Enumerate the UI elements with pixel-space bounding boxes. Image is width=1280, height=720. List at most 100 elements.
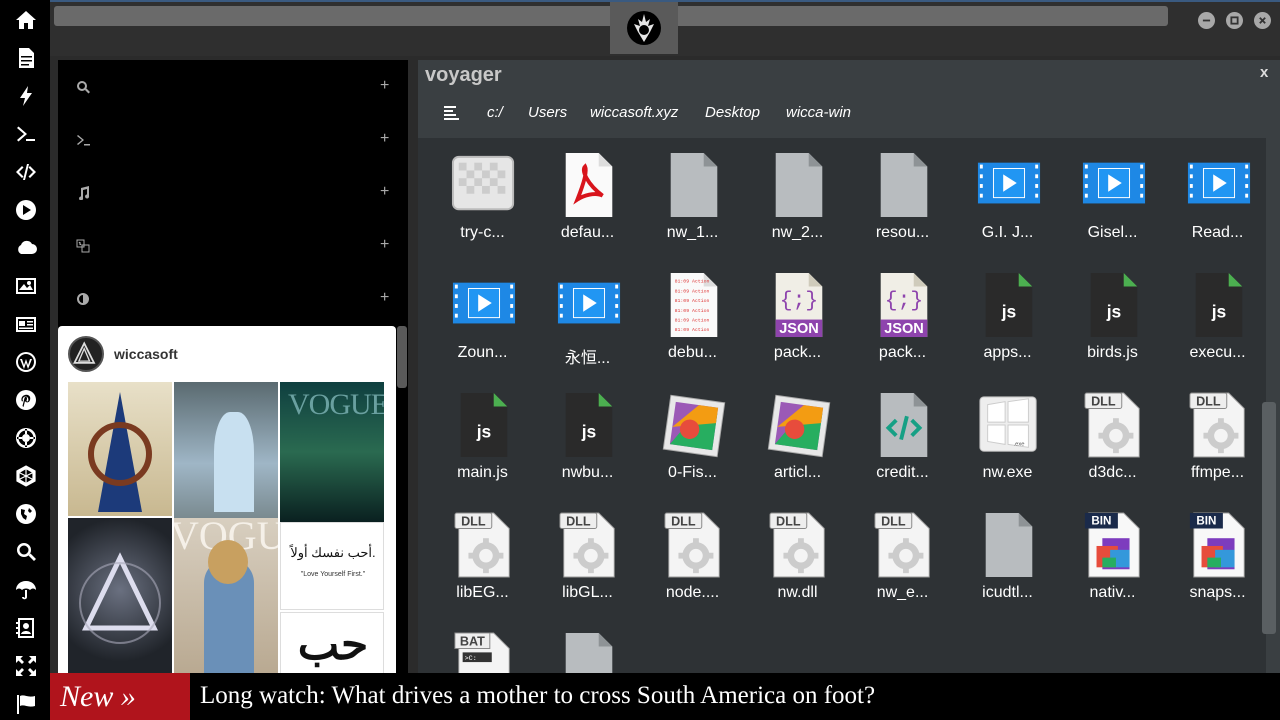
file-item[interactable]: DLL d3dc... bbox=[1060, 378, 1165, 488]
blank-file-icon bbox=[670, 152, 718, 218]
play-icon[interactable] bbox=[10, 194, 42, 226]
voyager-close-button[interactable]: x bbox=[1260, 64, 1268, 81]
file-item[interactable]: {;} JSON pack... bbox=[850, 258, 955, 368]
file-item[interactable]: {;} JSON pack... bbox=[745, 258, 850, 368]
file-name: nwbu... bbox=[561, 464, 614, 481]
file-item[interactable]: DLL libEG... bbox=[430, 498, 535, 608]
news-icon[interactable] bbox=[10, 308, 42, 340]
feed-photo[interactable]: VOGUE bbox=[280, 382, 384, 522]
file-name: Zoun... bbox=[457, 344, 508, 361]
home-icon[interactable] bbox=[10, 4, 42, 36]
globe-wire-icon[interactable] bbox=[10, 460, 42, 492]
feed-photo[interactable] bbox=[174, 382, 278, 518]
file-item[interactable]: BIN snaps... bbox=[1165, 498, 1266, 608]
file-item[interactable]: articl... bbox=[745, 378, 850, 488]
feed-photo[interactable] bbox=[68, 382, 172, 516]
bin-file-icon: BIN bbox=[1084, 512, 1140, 578]
panel-section-row[interactable]: + bbox=[58, 272, 408, 325]
file-item[interactable]: BIN nativ... bbox=[1060, 498, 1165, 608]
feed-photo[interactable]: حب bbox=[280, 612, 384, 674]
file-item[interactable]: nw_1... bbox=[640, 138, 745, 248]
breadcrumb-item[interactable]: c:/ bbox=[487, 104, 503, 121]
file-item[interactable]: 81:09 Action 81:09 Action 81:09 Action 81:0… bbox=[640, 258, 745, 368]
avatar[interactable] bbox=[68, 336, 104, 372]
file-item[interactable]: .exe nw.exe bbox=[955, 378, 1060, 488]
expand-plus-button[interactable]: + bbox=[380, 76, 389, 96]
file-name: Read... bbox=[1191, 224, 1244, 241]
file-item[interactable]: icudtl... bbox=[955, 498, 1060, 608]
panel-section-row[interactable]: + bbox=[58, 113, 408, 166]
ticker-headline[interactable]: Long watch: What drives a mother to cros… bbox=[200, 673, 875, 720]
file-item[interactable]: js nwbu... bbox=[535, 378, 640, 488]
left-panel-scrollbar[interactable] bbox=[397, 326, 407, 388]
file-item[interactable]: DLL node.... bbox=[640, 498, 745, 608]
file-item[interactable]: G.I. J... bbox=[955, 138, 1060, 248]
close-window-button[interactable] bbox=[1254, 12, 1271, 29]
panel-section-row[interactable]: + bbox=[58, 219, 408, 272]
file-item[interactable]: js execu... bbox=[1165, 258, 1266, 368]
feed-photo[interactable]: أحب نفسك أولاً. "Love Yourself First." bbox=[280, 522, 384, 610]
file-item[interactable]: DLL nw.dll bbox=[745, 498, 850, 608]
svg-text:{;}: {;} bbox=[885, 289, 923, 313]
bin-file-icon: BIN bbox=[1189, 512, 1245, 578]
picture-file-icon bbox=[662, 394, 726, 458]
file-item[interactable]: js main.js bbox=[430, 378, 535, 488]
search-icon[interactable] bbox=[10, 536, 42, 568]
expand-plus-button[interactable]: + bbox=[380, 182, 389, 202]
voyager-scrollbar[interactable] bbox=[1262, 402, 1276, 634]
file-item[interactable]: nw_2... bbox=[745, 138, 850, 248]
js-file-icon: js bbox=[565, 392, 613, 458]
minimize-button[interactable] bbox=[1198, 12, 1215, 29]
file-item[interactable]: js apps... bbox=[955, 258, 1060, 368]
feed-photo[interactable]: VOGUE bbox=[174, 518, 278, 674]
file-item[interactable]: try-c... bbox=[430, 138, 535, 248]
file-item[interactable]: BAT >C: bbox=[430, 618, 535, 674]
globe-icon[interactable] bbox=[10, 498, 42, 530]
breadcrumb-item[interactable]: Desktop bbox=[705, 104, 760, 121]
file-item[interactable] bbox=[535, 618, 640, 674]
file-item[interactable]: defau... bbox=[535, 138, 640, 248]
breadcrumb-item[interactable]: Users bbox=[528, 104, 567, 121]
pinterest-icon[interactable] bbox=[10, 384, 42, 416]
feed-photo[interactable] bbox=[68, 518, 172, 674]
expand-icon[interactable] bbox=[10, 650, 42, 682]
cloud-icon[interactable] bbox=[10, 232, 42, 264]
file-item[interactable]: credit... bbox=[850, 378, 955, 488]
document-icon[interactable] bbox=[10, 42, 42, 74]
bolt-icon[interactable] bbox=[10, 80, 42, 112]
maximize-button[interactable] bbox=[1226, 12, 1243, 29]
breadcrumb-item[interactable]: wicca-win bbox=[786, 104, 851, 121]
wordpress-icon[interactable] bbox=[10, 346, 42, 378]
empire-icon[interactable] bbox=[10, 422, 42, 454]
panel-section-row[interactable]: + bbox=[58, 166, 408, 219]
panel-section-row[interactable]: + bbox=[58, 60, 408, 113]
file-item[interactable]: 0-Fis... bbox=[640, 378, 745, 488]
expand-plus-button[interactable]: + bbox=[380, 129, 389, 149]
expand-plus-button[interactable]: + bbox=[380, 235, 389, 255]
breadcrumb-item[interactable]: wiccasoft.xyz bbox=[590, 104, 678, 121]
file-item[interactable]: DLL ffmpe... bbox=[1165, 378, 1266, 488]
file-item[interactable]: DLL nw_e... bbox=[850, 498, 955, 608]
rebel-alliance-icon bbox=[627, 11, 661, 45]
file-item[interactable]: DLL libGL... bbox=[535, 498, 640, 608]
file-item[interactable]: 永恒... bbox=[535, 258, 640, 368]
rebel-logo-tab[interactable] bbox=[610, 2, 678, 54]
file-item[interactable]: js birds.js bbox=[1060, 258, 1165, 368]
terminal-icon[interactable] bbox=[10, 118, 42, 150]
menu-icon[interactable] bbox=[444, 106, 460, 120]
file-item[interactable]: Zoun... bbox=[430, 258, 535, 368]
file-item[interactable]: Read... bbox=[1165, 138, 1266, 248]
blank-file-icon bbox=[775, 152, 823, 218]
flag-icon[interactable] bbox=[10, 688, 42, 720]
svg-text:{;}: {;} bbox=[780, 289, 818, 313]
code-icon[interactable] bbox=[10, 156, 42, 188]
contact-icon[interactable] bbox=[10, 612, 42, 644]
feed-username[interactable]: wiccasoft bbox=[114, 346, 178, 362]
file-item[interactable]: Gisel... bbox=[1060, 138, 1165, 248]
file-item[interactable]: resou... bbox=[850, 138, 955, 248]
umbrella-icon[interactable] bbox=[10, 574, 42, 606]
file-name: ffmpe... bbox=[1190, 464, 1245, 481]
svg-text:>C:: >C: bbox=[465, 655, 477, 663]
expand-plus-button[interactable]: + bbox=[380, 288, 389, 308]
image-icon[interactable] bbox=[10, 270, 42, 302]
